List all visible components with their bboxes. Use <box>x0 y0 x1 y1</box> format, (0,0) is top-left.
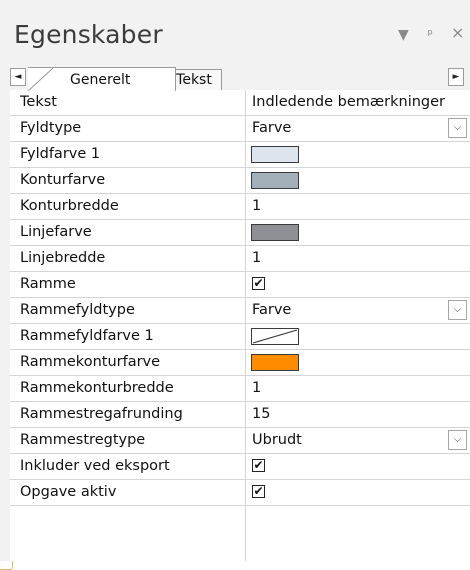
property-row[interactable]: Rammestregafrunding 15 <box>10 402 470 428</box>
chevron-down-icon[interactable]: ⌵ <box>448 118 467 138</box>
color-swatch[interactable] <box>251 146 299 163</box>
color-swatch[interactable] <box>251 354 299 371</box>
no-color-slash-icon <box>252 329 298 344</box>
chevron-down-icon[interactable]: ⌵ <box>448 430 467 450</box>
property-name: Rammestregafrunding <box>20 406 183 422</box>
triangle-down-icon[interactable]: ▼ <box>398 28 409 42</box>
property-row[interactable]: Ramme ✔ <box>10 272 470 298</box>
tab-generelt[interactable]: Generelt <box>27 67 176 91</box>
checkbox[interactable]: ✔ <box>252 459 265 472</box>
property-select-value[interactable]: Farve <box>252 298 291 323</box>
property-row[interactable]: Fyldfarve 1 <box>10 142 470 168</box>
no-color-swatch[interactable] <box>251 328 299 345</box>
tab-strip: ◄ Generelt Tekst ► <box>10 64 470 91</box>
property-value[interactable]: 1 <box>252 246 261 271</box>
pin-icon[interactable]: ᵖ <box>426 28 434 42</box>
property-name: Rammestregtype <box>20 432 146 448</box>
checkbox[interactable]: ✔ <box>252 485 265 498</box>
property-row[interactable]: Rammekonturbredde 1 <box>10 376 470 402</box>
property-name: Ramme <box>20 276 76 292</box>
property-row[interactable]: Inkluder ved eksport ✔ <box>10 454 470 480</box>
tab-slant-edge <box>27 68 54 91</box>
property-value[interactable]: 15 <box>252 402 270 427</box>
tab-tekst-label: Tekst <box>176 72 212 88</box>
property-value[interactable]: Indledende bemærkninger <box>252 90 445 115</box>
property-value[interactable]: 1 <box>252 376 261 401</box>
property-row[interactable]: Linjebredde 1 <box>10 246 470 272</box>
property-grid: Tekst Indledende bemærkninger Fyldtype Farv… <box>10 90 470 561</box>
property-row[interactable]: Rammestregtype Ubrudt ⌵ <box>10 428 470 454</box>
property-name: Rammekonturbredde <box>20 380 174 396</box>
property-select-value[interactable]: Ubrudt <box>252 428 302 453</box>
property-name: Opgave aktiv <box>20 484 117 500</box>
property-name: Rammekonturfarve <box>20 354 161 370</box>
property-name: Fyldtype <box>20 120 82 136</box>
checkbox[interactable]: ✔ <box>252 277 265 290</box>
scroll-right-arrow-icon[interactable]: ► <box>448 68 464 86</box>
property-name: Tekst <box>20 94 57 110</box>
property-row[interactable]: Opgave aktiv ✔ <box>10 480 470 506</box>
chevron-down-icon[interactable]: ⌵ <box>448 300 467 320</box>
properties-panel: Egenskaber ▼ ᵖ × ◄ Generelt Tekst ► Teks… <box>0 0 470 561</box>
property-row[interactable]: Rammefyldtype Farve ⌵ <box>10 298 470 324</box>
property-name: Konturbredde <box>20 198 119 214</box>
property-row[interactable]: Rammefyldfarve 1 <box>10 324 470 350</box>
color-swatch[interactable] <box>251 172 299 189</box>
property-name: Rammefyldtype <box>20 302 135 318</box>
property-name: Linjefarve <box>20 224 92 240</box>
property-select-value[interactable]: Farve <box>252 116 291 141</box>
property-name: Konturfarve <box>20 172 106 188</box>
property-row[interactable]: Fyldtype Farve ⌵ <box>10 116 470 142</box>
panel-titlebar: Egenskaber ▼ ᵖ × <box>0 0 470 62</box>
property-row[interactable]: Tekst Indledende bemærkninger <box>10 90 470 116</box>
property-name: Inkluder ved eksport <box>20 458 170 474</box>
property-name: Rammefyldfarve 1 <box>20 328 154 344</box>
property-name: Linjebredde <box>20 250 106 266</box>
property-row[interactable]: Konturfarve <box>10 168 470 194</box>
panel-title: Egenskaber <box>14 20 163 49</box>
tab-generelt-label: Generelt <box>70 72 131 88</box>
color-swatch[interactable] <box>251 224 299 241</box>
close-icon[interactable]: × <box>451 25 464 41</box>
property-row[interactable]: Konturbredde 1 <box>10 194 470 220</box>
property-row[interactable]: Linjefarve <box>10 220 470 246</box>
scroll-left-arrow-icon[interactable]: ◄ <box>10 68 26 86</box>
property-name: Fyldfarve 1 <box>20 146 101 162</box>
property-value[interactable]: 1 <box>252 194 261 219</box>
property-row[interactable]: Rammekonturfarve <box>10 350 470 376</box>
